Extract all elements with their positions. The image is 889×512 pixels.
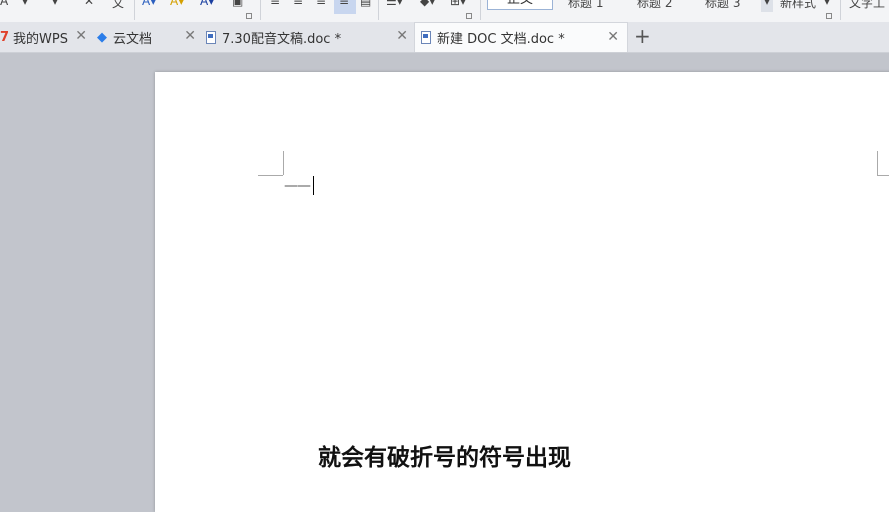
tab-doc-730-script[interactable]: 7.30配音文稿.doc * ✕ <box>204 22 416 52</box>
char-border-icon[interactable]: ▣ <box>232 0 243 8</box>
document-text[interactable]: —— <box>284 178 311 194</box>
style-heading-3[interactable]: 标题 3 <box>705 0 740 11</box>
new-tab-plus-icon[interactable]: + <box>634 24 651 48</box>
clear-format-icon[interactable]: ✕ <box>84 0 94 8</box>
tab-label: 我的WPS <box>13 31 68 47</box>
highlight-icon[interactable]: A▾ <box>170 0 184 8</box>
phonetic-icon[interactable]: 文 <box>112 0 124 11</box>
video-subtitle: 就会有破折号的符号出现 <box>318 445 571 471</box>
close-icon[interactable]: ✕ <box>184 28 196 44</box>
paragraph-dialog-launcher-icon[interactable] <box>466 13 472 19</box>
tab-label: 7.30配音文稿.doc * <box>222 31 342 47</box>
font-tool-icon[interactable]: A <box>0 0 8 8</box>
text-cursor <box>313 176 314 195</box>
new-style-dropdown-icon[interactable]: ▾ <box>824 0 830 8</box>
word-doc-icon <box>421 31 431 44</box>
ribbon-separator <box>840 0 841 20</box>
ribbon-separator <box>134 0 135 20</box>
cloud-cube-icon: ◆ <box>97 29 107 45</box>
border-icon[interactable]: ⊞▾ <box>450 0 466 8</box>
word-doc-icon <box>206 30 216 44</box>
styles-dialog-launcher-icon[interactable] <box>826 13 832 19</box>
align-right-icon[interactable]: ≡ <box>316 0 326 8</box>
new-style-button[interactable]: 新样式 <box>780 0 816 11</box>
tab-label: 新建 DOC 文档.doc * <box>437 32 565 47</box>
document-tab-bar: 7 我的WPS ✕ ◆ 云文档 ✕ 7.30配音文稿.doc * ✕ 新建 DO… <box>0 22 889 53</box>
ribbon-separator <box>378 0 379 20</box>
close-icon[interactable]: ✕ <box>75 28 87 44</box>
tab-my-wps[interactable]: 7 我的WPS ✕ <box>0 22 95 52</box>
style-gallery-more-icon[interactable]: ▾ <box>761 0 773 12</box>
tab-new-doc[interactable]: 新建 DOC 文档.doc * ✕ <box>414 22 628 52</box>
crop-mark-top-right <box>877 151 878 175</box>
align-justify-icon[interactable]: ≡ <box>339 0 349 8</box>
wps-logo-icon: 7 <box>0 29 10 45</box>
shading-icon[interactable]: ◆▾ <box>420 0 435 8</box>
style-heading-1[interactable]: 标题 1 <box>568 0 603 11</box>
tab-label: 云文档 <box>113 31 153 47</box>
text-tools-button[interactable]: 文字工 <box>849 0 885 11</box>
font-size-icon[interactable]: ▾ <box>22 0 28 8</box>
style-heading-2[interactable]: 标题 2 <box>637 0 672 11</box>
distributed-align-icon[interactable]: ▤ <box>360 0 371 8</box>
align-center-icon[interactable]: ≡ <box>293 0 303 8</box>
crop-mark-top-right <box>877 175 889 176</box>
text-style-icon[interactable]: A▾ <box>142 0 156 8</box>
font-color-icon[interactable]: A▾ <box>200 0 214 8</box>
ribbon-separator <box>260 0 261 20</box>
ribbon-separator <box>480 0 481 20</box>
tab-cloud-docs[interactable]: ◆ 云文档 ✕ <box>97 22 204 52</box>
font-dialog-launcher-icon[interactable] <box>246 13 252 19</box>
style-normal[interactable]: 正文 <box>487 0 553 10</box>
crop-mark-top-left <box>283 151 284 175</box>
close-icon[interactable]: ✕ <box>607 29 619 45</box>
close-icon[interactable]: ✕ <box>396 28 408 44</box>
line-spacing-icon[interactable]: ☰▾ <box>386 0 403 8</box>
text-effect-icon[interactable]: ▾ <box>52 0 58 8</box>
align-left-icon[interactable]: ≡ <box>270 0 280 8</box>
ribbon-toolbar: A ▾ ▾ ✕ 文 A▾ A▾ A▾ ▣ ≡ ≡ ≡ ≡ ▤ ☰▾ ◆▾ ⊞▾ … <box>0 0 889 23</box>
crop-mark-top-left <box>258 175 283 176</box>
